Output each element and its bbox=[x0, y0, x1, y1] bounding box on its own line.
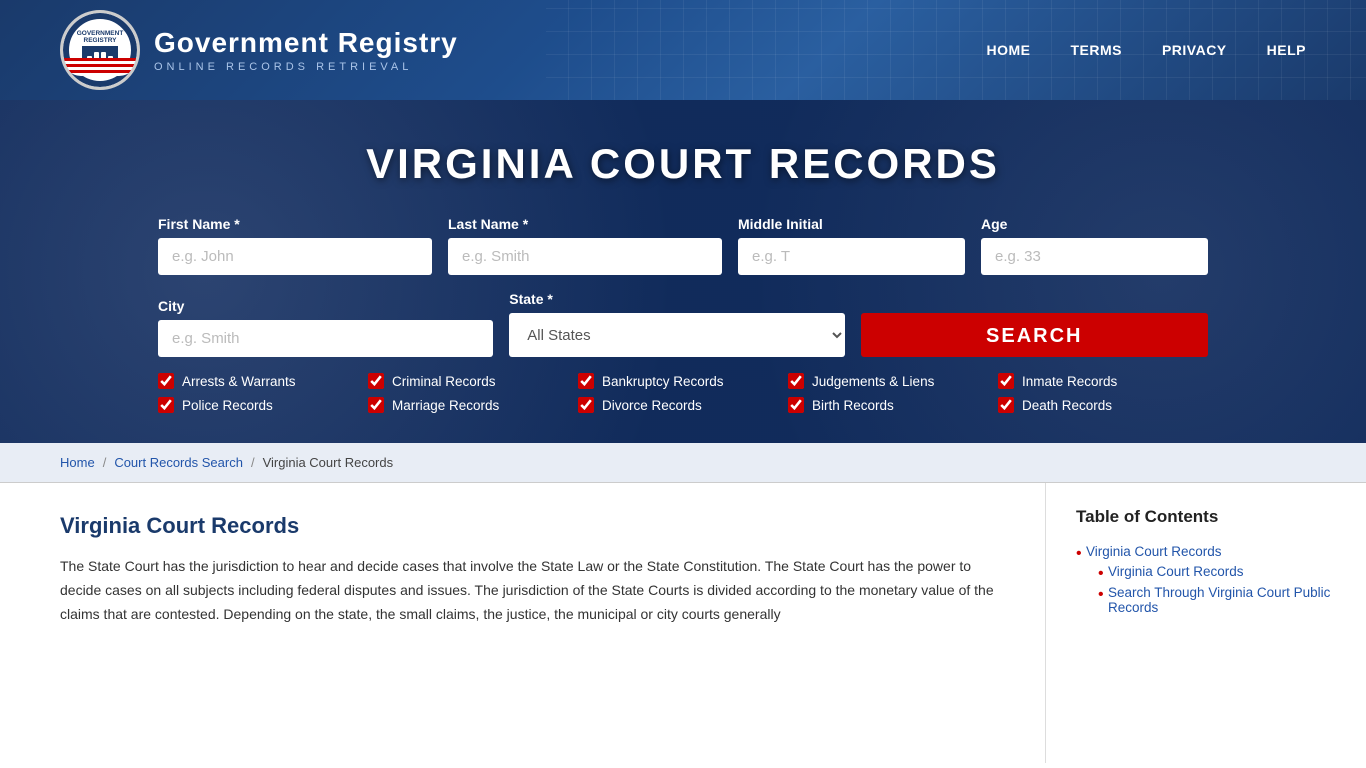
first-name-input[interactable] bbox=[158, 238, 432, 275]
city-group: City bbox=[158, 298, 493, 357]
toc-list: Virginia Court RecordsVirginia Court Rec… bbox=[1076, 541, 1336, 621]
checkbox-item-4-0: Inmate Records bbox=[998, 373, 1208, 389]
checkbox-3-0[interactable] bbox=[788, 373, 804, 389]
checkbox-1-0[interactable] bbox=[368, 373, 384, 389]
checkbox-3-1[interactable] bbox=[788, 397, 804, 413]
checkbox-item-4-1: Death Records bbox=[998, 397, 1208, 413]
toc-item-0: Virginia Court RecordsVirginia Court Rec… bbox=[1076, 541, 1336, 621]
age-input[interactable] bbox=[981, 238, 1208, 275]
city-label: City bbox=[158, 298, 493, 314]
state-select[interactable]: All StatesAlabamaAlaskaArizonaArkansasCa… bbox=[509, 313, 844, 357]
state-group: State * All StatesAlabamaAlaskaArizonaAr… bbox=[509, 291, 844, 357]
checkbox-2-1[interactable] bbox=[578, 397, 594, 413]
form-row-1: First Name * Last Name * Middle Initial … bbox=[158, 216, 1208, 275]
middle-initial-input[interactable] bbox=[738, 238, 965, 275]
toc-title: Table of Contents bbox=[1076, 507, 1336, 527]
last-name-label: Last Name * bbox=[448, 216, 722, 232]
breadcrumb-home[interactable]: Home bbox=[60, 455, 95, 470]
checkbox-label-2-1: Divorce Records bbox=[602, 398, 702, 413]
form-row-2: City State * All StatesAlabamaAlaskaAriz… bbox=[158, 291, 1208, 357]
search-form: First Name * Last Name * Middle Initial … bbox=[158, 216, 1208, 413]
content-body: The State Court has the jurisdiction to … bbox=[60, 555, 1005, 626]
site-title-block: Government Registry ONLINE RECORDS RETRI… bbox=[154, 27, 458, 73]
checkbox-item-2-0: Bankruptcy Records bbox=[578, 373, 788, 389]
checkbox-col-3: Judgements & Liens Birth Records bbox=[788, 373, 998, 413]
checkbox-item-1-1: Marriage Records bbox=[368, 397, 578, 413]
logo-area: GOVERNMENT REGISTRY Government Registry … bbox=[60, 10, 458, 90]
checkbox-0-1[interactable] bbox=[158, 397, 174, 413]
checkbox-item-0-1: Police Records bbox=[158, 397, 368, 413]
age-group: Age bbox=[981, 216, 1208, 275]
checkbox-label-4-0: Inmate Records bbox=[1022, 374, 1117, 389]
logo-text-top: GOVERNMENT REGISTRY bbox=[67, 30, 133, 44]
checkbox-4-0[interactable] bbox=[998, 373, 1014, 389]
checkbox-col-0: Arrests & Warrants Police Records bbox=[158, 373, 368, 413]
checkbox-label-3-0: Judgements & Liens bbox=[812, 374, 934, 389]
checkbox-label-4-1: Death Records bbox=[1022, 398, 1112, 413]
toc-link-0[interactable]: Virginia Court Records bbox=[1086, 544, 1222, 559]
sidebar: Table of Contents Virginia Court Records… bbox=[1046, 483, 1366, 763]
content-area: Virginia Court Records The State Court h… bbox=[0, 483, 1046, 763]
record-type-checkboxes: Arrests & Warrants Police Records Criminal… bbox=[158, 373, 1208, 413]
checkbox-item-2-1: Divorce Records bbox=[578, 397, 788, 413]
breadcrumb-sep-1: / bbox=[103, 455, 107, 470]
checkbox-label-1-0: Criminal Records bbox=[392, 374, 496, 389]
checkbox-1-1[interactable] bbox=[368, 397, 384, 413]
nav-home[interactable]: HOME bbox=[986, 42, 1030, 58]
breadcrumb: Home / Court Records Search / Virginia C… bbox=[0, 443, 1366, 483]
checkbox-item-0-0: Arrests & Warrants bbox=[158, 373, 368, 389]
checkbox-label-0-0: Arrests & Warrants bbox=[182, 374, 296, 389]
middle-initial-label: Middle Initial bbox=[738, 216, 965, 232]
site-header: GOVERNMENT REGISTRY Government Registry … bbox=[0, 0, 1366, 100]
checkbox-label-3-1: Birth Records bbox=[812, 398, 894, 413]
checkbox-col-2: Bankruptcy Records Divorce Records bbox=[578, 373, 788, 413]
checkbox-label-2-0: Bankruptcy Records bbox=[602, 374, 724, 389]
state-label: State * bbox=[509, 291, 844, 307]
checkbox-item-1-0: Criminal Records bbox=[368, 373, 578, 389]
nav-privacy[interactable]: PRIVACY bbox=[1162, 42, 1227, 58]
checkbox-label-1-1: Marriage Records bbox=[392, 398, 499, 413]
toc-sublist-0: Virginia Court Records Search Through Vir… bbox=[1098, 561, 1336, 618]
site-tagline: ONLINE RECORDS RETRIEVAL bbox=[154, 61, 458, 73]
first-name-group: First Name * bbox=[158, 216, 432, 275]
checkbox-col-1: Criminal Records Marriage Records bbox=[368, 373, 578, 413]
breadcrumb-sep-2: / bbox=[251, 455, 255, 470]
checkbox-4-1[interactable] bbox=[998, 397, 1014, 413]
checkbox-2-0[interactable] bbox=[578, 373, 594, 389]
breadcrumb-current: Virginia Court Records bbox=[263, 455, 394, 470]
checkbox-item-3-1: Birth Records bbox=[788, 397, 998, 413]
nav-terms[interactable]: TERMS bbox=[1070, 42, 1122, 58]
toc-subitem-0-1: Search Through Virginia Court Public Rec… bbox=[1098, 582, 1336, 618]
first-name-label: First Name * bbox=[158, 216, 432, 232]
checkbox-label-0-1: Police Records bbox=[182, 398, 273, 413]
content-title: Virginia Court Records bbox=[60, 513, 1005, 539]
last-name-group: Last Name * bbox=[448, 216, 722, 275]
city-input[interactable] bbox=[158, 320, 493, 357]
main-content: Virginia Court Records The State Court h… bbox=[0, 483, 1366, 763]
toc-sublink-0-1[interactable]: Search Through Virginia Court Public Rec… bbox=[1108, 585, 1330, 615]
toc-subitem-0-0: Virginia Court Records bbox=[1098, 561, 1336, 582]
age-label: Age bbox=[981, 216, 1208, 232]
hero-section: VIRGINIA COURT RECORDS First Name * Last… bbox=[0, 100, 1366, 443]
last-name-input[interactable] bbox=[448, 238, 722, 275]
toc-sublink-0-0[interactable]: Virginia Court Records bbox=[1108, 564, 1244, 579]
site-name: Government Registry bbox=[154, 27, 458, 59]
checkbox-item-3-0: Judgements & Liens bbox=[788, 373, 998, 389]
middle-initial-group: Middle Initial bbox=[738, 216, 965, 275]
main-nav: HOME TERMS PRIVACY HELP bbox=[986, 42, 1306, 58]
checkbox-0-0[interactable] bbox=[158, 373, 174, 389]
hero-title: VIRGINIA COURT RECORDS bbox=[60, 140, 1306, 188]
breadcrumb-court-records[interactable]: Court Records Search bbox=[114, 455, 243, 470]
logo-circle: GOVERNMENT REGISTRY bbox=[60, 10, 140, 90]
checkbox-col-4: Inmate Records Death Records bbox=[998, 373, 1208, 413]
nav-help[interactable]: HELP bbox=[1267, 42, 1306, 58]
search-button[interactable]: SEARCH bbox=[861, 313, 1208, 357]
